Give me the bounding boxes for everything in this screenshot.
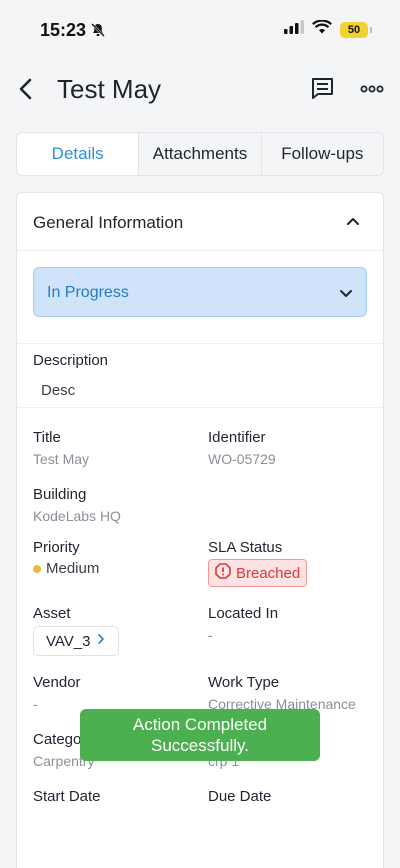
tab-bar: Details Attachments Follow-ups bbox=[16, 132, 384, 176]
title-label: Title bbox=[33, 429, 61, 446]
chevron-right-icon bbox=[96, 632, 106, 650]
status-time: 15:23 bbox=[40, 20, 87, 40]
vendor-label: Vendor bbox=[33, 674, 81, 691]
sla-status-badge: Breached bbox=[208, 559, 308, 587]
tab-follow-ups[interactable]: Follow-ups bbox=[260, 133, 383, 175]
identifier-value: WO-05729 bbox=[208, 451, 276, 467]
asset-link[interactable]: VAV_3 bbox=[33, 626, 120, 656]
battery-icon: 50 bbox=[340, 21, 372, 38]
description-value: Desc bbox=[41, 382, 76, 399]
priority-label: Priority bbox=[33, 539, 80, 556]
vendor-value: - bbox=[33, 696, 38, 712]
divider bbox=[17, 343, 383, 344]
sla-status-label: SLA Status bbox=[208, 539, 283, 556]
chevron-up-icon bbox=[345, 213, 361, 229]
sla-status-value: Breached bbox=[236, 564, 301, 582]
section-title: General Information bbox=[33, 213, 184, 232]
more-options-icon[interactable] bbox=[358, 76, 386, 102]
priority-value: Medium bbox=[46, 560, 100, 577]
priority-dot-icon bbox=[33, 565, 41, 573]
status-value: In Progress bbox=[47, 284, 129, 301]
page-title: Test May bbox=[57, 74, 162, 104]
asset-label: Asset bbox=[33, 605, 71, 622]
start-date-label: Start Date bbox=[33, 788, 101, 805]
due-date-label: Due Date bbox=[208, 788, 272, 805]
identifier-label: Identifier bbox=[208, 429, 266, 446]
located-in-value: - bbox=[208, 627, 213, 643]
toast-line-1: Action Completed bbox=[132, 715, 268, 734]
back-button[interactable] bbox=[14, 76, 40, 102]
alert-octagon-icon bbox=[215, 562, 231, 584]
general-information-header[interactable]: General Information bbox=[17, 193, 383, 251]
status-dropdown[interactable]: In Progress bbox=[33, 267, 367, 317]
nav-bar: Test May bbox=[0, 64, 400, 116]
asset-value: VAV_3 bbox=[46, 632, 91, 650]
title-value: Test May bbox=[33, 451, 90, 467]
chevron-down-icon bbox=[338, 285, 354, 301]
work-type-label: Work Type bbox=[208, 674, 280, 691]
comment-icon[interactable] bbox=[310, 76, 336, 102]
located-in-label: Located In bbox=[208, 605, 279, 622]
cellular-signal-icon bbox=[284, 20, 304, 39]
tab-details[interactable]: Details bbox=[17, 133, 139, 175]
toast-line-2: Successfully. bbox=[151, 736, 249, 755]
bell-off-icon bbox=[90, 22, 106, 38]
building-label: Building bbox=[33, 486, 87, 503]
wifi-icon bbox=[312, 19, 332, 39]
tab-attachments[interactable]: Attachments bbox=[138, 133, 261, 175]
category-label: Catego bbox=[33, 731, 82, 748]
divider bbox=[17, 407, 383, 408]
building-value: KodeLabs HQ bbox=[33, 508, 121, 524]
success-toast: Action Completed Successfully. bbox=[80, 709, 320, 761]
description-label: Description bbox=[33, 352, 109, 369]
status-icons: 50 bbox=[284, 19, 372, 39]
general-information-card: General Information In Progress Descript… bbox=[16, 192, 384, 868]
status-bar: 15:23 50 bbox=[0, 0, 400, 58]
